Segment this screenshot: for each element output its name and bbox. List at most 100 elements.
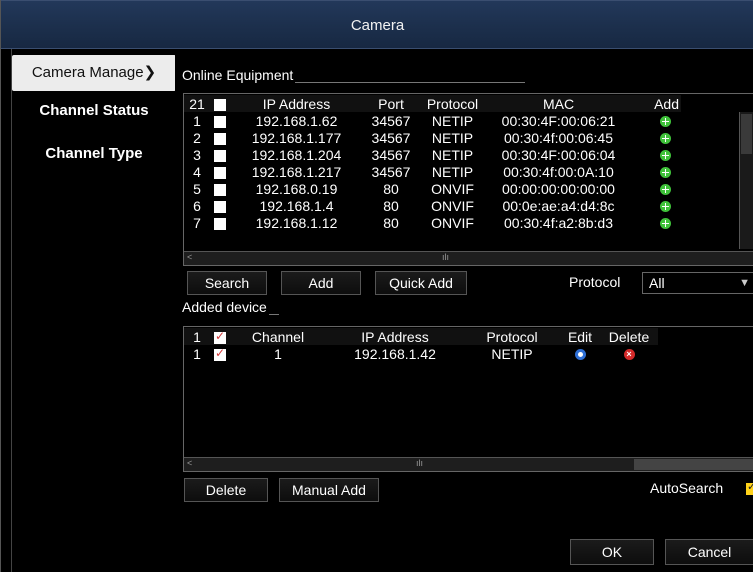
protocol-filter-value: All xyxy=(649,275,665,291)
sidebar-item-label: Channel Status xyxy=(39,102,149,119)
row-number: 1 xyxy=(193,112,201,129)
row-checkbox[interactable] xyxy=(214,217,226,230)
search-button[interactable]: Search xyxy=(187,271,267,295)
row-checkbox-cell xyxy=(210,345,230,362)
row-add-cell xyxy=(631,180,681,197)
add-icon[interactable] xyxy=(660,218,671,230)
row-checkbox[interactable] xyxy=(214,132,226,145)
sidebar-item-label: Channel Type xyxy=(45,145,143,162)
row-checkbox[interactable] xyxy=(214,346,226,361)
online-vertical-scrollbar[interactable] xyxy=(739,112,753,249)
row-ip: 192.168.1.62 xyxy=(255,112,338,129)
row-ip: 192.168.1.42 xyxy=(354,345,436,362)
row-checkbox[interactable] xyxy=(214,149,226,162)
table-row[interactable]: 5 192.168.0.19 80 ONVIF 00:00:00:00:00:0… xyxy=(184,180,681,197)
row-mac: 00:00:00:00:00:00 xyxy=(502,180,615,197)
table-header: 1 Channel IP Address Protocol Edit Delet… xyxy=(184,328,658,345)
sidebar-item-channel-type[interactable]: Channel Type xyxy=(12,136,176,172)
column-header-protocol: Protocol xyxy=(464,328,560,345)
column-header-ip: IP Address xyxy=(230,95,363,112)
sidebar-item-camera-manage[interactable]: Camera Manage❯ xyxy=(12,55,176,91)
delete-button[interactable]: Delete xyxy=(184,478,268,502)
row-protocol: NETIP xyxy=(431,129,474,146)
row-checkbox-cell xyxy=(210,197,230,214)
scroll-grip-icon: ılı xyxy=(442,252,450,262)
row-mac: 00:30:4F:00:06:04 xyxy=(501,146,616,163)
row-ip: 192.168.1.204 xyxy=(251,146,342,163)
row-mac: 00:0e:ae:a4:d4:8c xyxy=(502,197,615,214)
sidebar-item-channel-status[interactable]: Channel Status xyxy=(12,93,176,129)
row-mac: 00:30:4F:00:06:21 xyxy=(501,112,616,129)
manual-add-button[interactable]: Manual Add xyxy=(279,478,379,502)
row-port: 80 xyxy=(383,214,399,231)
table-row[interactable]: 1 192.168.1.62 34567 NETIP 00:30:4F:00:0… xyxy=(184,112,681,129)
row-checkbox[interactable] xyxy=(214,166,226,179)
row-protocol: NETIP xyxy=(431,146,474,163)
row-port: 80 xyxy=(383,197,399,214)
column-header-port: Port xyxy=(363,95,419,112)
column-header-add: Add xyxy=(631,95,681,112)
row-port: 34567 xyxy=(371,112,411,129)
added-device-title: Added device xyxy=(182,299,267,315)
table-row[interactable]: 6 192.168.1.4 80 ONVIF 00:0e:ae:a4:d4:8c xyxy=(184,197,681,214)
column-header-count: 21 xyxy=(184,95,210,112)
add-icon[interactable] xyxy=(660,201,671,213)
row-protocol: ONVIF xyxy=(431,180,474,197)
cancel-button[interactable]: Cancel xyxy=(665,539,753,565)
table-row[interactable]: 2 192.168.1.177 34567 NETIP 00:30:4f:00:… xyxy=(184,129,681,146)
row-ip: 192.168.1.4 xyxy=(259,197,334,214)
column-header-protocol: Protocol xyxy=(419,95,486,112)
row-checkbox-cell xyxy=(210,129,230,146)
online-equipment-heading: Online Equipment xyxy=(182,67,526,83)
ok-button[interactable]: OK xyxy=(570,539,654,565)
row-add-cell xyxy=(631,129,681,146)
add-icon[interactable] xyxy=(660,184,671,196)
column-header-count: 1 xyxy=(184,328,210,345)
scroll-left-icon[interactable]: < xyxy=(187,252,192,262)
row-mac: 00:30:4f:a2:8b:d3 xyxy=(504,214,613,231)
add-icon[interactable] xyxy=(660,116,671,128)
quick-add-button[interactable]: Quick Add xyxy=(375,271,467,295)
scroll-thumb[interactable] xyxy=(741,114,752,154)
row-ip: 192.168.1.12 xyxy=(255,214,338,231)
add-icon[interactable] xyxy=(660,133,671,145)
table-row[interactable]: 7 192.168.1.12 80 ONVIF 00:30:4f:a2:8b:d… xyxy=(184,214,681,231)
heading-rule xyxy=(295,82,526,83)
select-all-checkbox[interactable] xyxy=(214,98,226,111)
added-device-table: 1 Channel IP Address Protocol Edit Delet… xyxy=(183,326,753,472)
row-ip: 192.168.1.177 xyxy=(251,129,342,146)
row-edit-cell xyxy=(560,345,600,362)
row-checkbox[interactable] xyxy=(214,183,226,196)
sidebar-item-label: Camera Manage xyxy=(31,64,144,81)
table-row[interactable]: 4 192.168.1.217 34567 NETIP 00:30:4f:00:… xyxy=(184,163,681,180)
online-horizontal-scrollbar[interactable]: < ılı xyxy=(184,251,753,265)
row-add-cell xyxy=(631,197,681,214)
row-number: 5 xyxy=(193,180,201,197)
row-checkbox[interactable] xyxy=(214,115,226,128)
delete-icon[interactable]: × xyxy=(623,349,635,361)
sidebar: Camera Manage❯ Channel Status Channel Ty… xyxy=(11,49,176,572)
add-icon[interactable] xyxy=(660,167,671,179)
table-row[interactable]: 1 1 192.168.1.42 NETIP × xyxy=(184,345,658,362)
add-icon[interactable] xyxy=(660,150,671,162)
scroll-left-icon[interactable]: < xyxy=(187,458,192,468)
chevron-right-icon: ❯ xyxy=(143,64,157,81)
scroll-thumb[interactable] xyxy=(634,459,753,470)
row-number: 3 xyxy=(193,146,201,163)
table-row[interactable]: 3 192.168.1.204 34567 NETIP 00:30:4F:00:… xyxy=(184,146,681,163)
column-header-mac: MAC xyxy=(486,95,631,112)
heading-rule xyxy=(268,314,279,315)
add-button[interactable]: Add xyxy=(281,271,361,295)
protocol-filter-select[interactable]: All ▼ xyxy=(642,272,753,294)
row-checkbox[interactable] xyxy=(214,200,226,213)
row-number: 4 xyxy=(193,163,201,180)
autosearch-checkbox[interactable] xyxy=(746,480,753,495)
camera-window: Camera Camera Manage❯ Channel Status Cha… xyxy=(0,0,753,572)
row-number: 7 xyxy=(193,214,201,231)
row-checkbox-cell xyxy=(210,214,230,231)
select-all-checkbox[interactable] xyxy=(214,329,226,344)
added-horizontal-scrollbar[interactable]: < ılı xyxy=(184,457,753,471)
online-equipment-table: 21 IP Address Port Protocol MAC Add 1 19… xyxy=(183,93,753,266)
row-number: 2 xyxy=(193,129,201,146)
edit-icon[interactable] xyxy=(574,349,586,361)
